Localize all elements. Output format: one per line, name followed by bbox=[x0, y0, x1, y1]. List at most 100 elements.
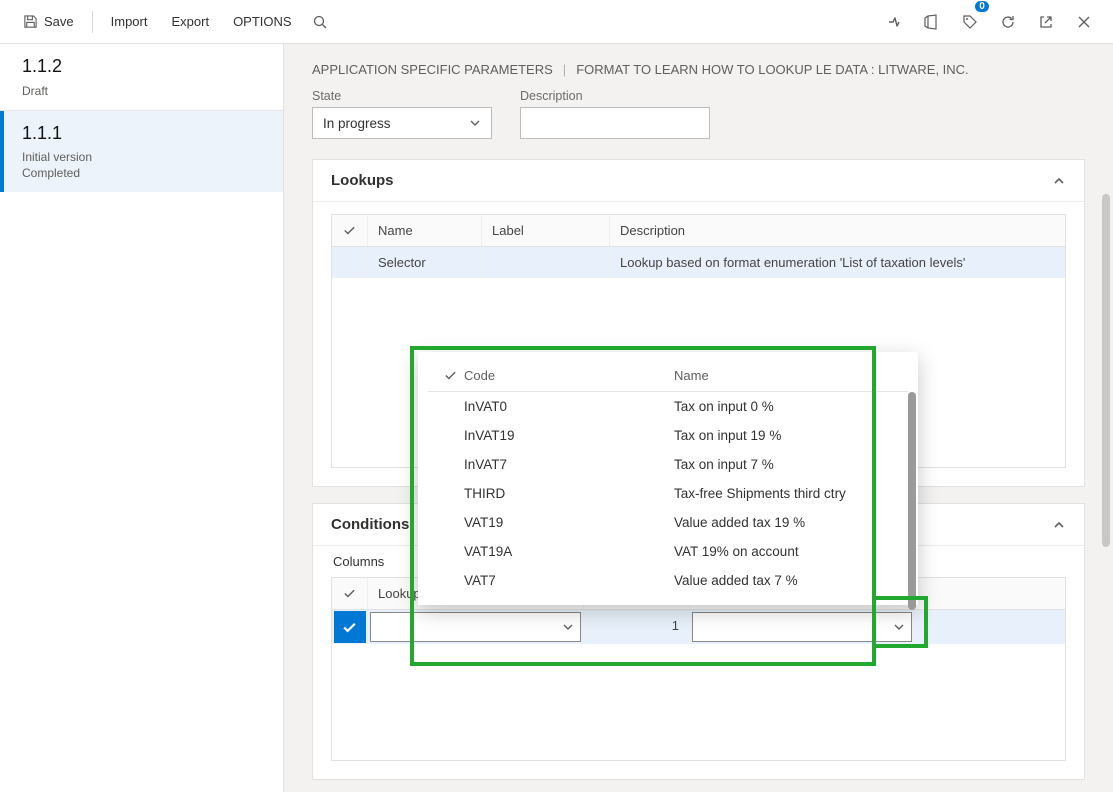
main-scrollbar[interactable] bbox=[1101, 194, 1111, 782]
row-code: InVAT19 bbox=[464, 428, 674, 443]
row-select[interactable] bbox=[436, 573, 464, 588]
chevron-down-icon bbox=[562, 621, 574, 633]
row-code: InVAT7 bbox=[464, 457, 674, 472]
breadcrumb-sep: | bbox=[563, 62, 566, 77]
search-button[interactable] bbox=[306, 8, 334, 36]
refresh-icon bbox=[1000, 14, 1016, 30]
import-button[interactable]: Import bbox=[101, 8, 158, 35]
app-toolbar: Save Import Export OPTIONS 0 bbox=[0, 0, 1113, 44]
version-sidebar: 1.1.2 Draft 1.1.1 Initial version Comple… bbox=[0, 44, 284, 792]
code-lookup-popup: Code Name InVAT0Tax on input 0 %InVAT19T… bbox=[418, 352, 918, 605]
save-button[interactable]: Save bbox=[12, 8, 84, 36]
checkmark-icon bbox=[343, 224, 356, 237]
description-input[interactable] bbox=[520, 107, 710, 139]
sidebar-item-label: 1.1.1 bbox=[22, 123, 261, 145]
scrollbar-thumb[interactable] bbox=[1102, 194, 1110, 547]
close-button[interactable] bbox=[1067, 5, 1101, 39]
col-label[interactable]: Label bbox=[482, 215, 610, 246]
description-label: Description bbox=[520, 89, 710, 103]
grid-select-header[interactable] bbox=[332, 578, 368, 609]
sidebar-item-sub: Initial version bbox=[22, 150, 261, 164]
popup-col-code[interactable]: Code bbox=[464, 368, 674, 383]
row-name: Tax-free Shipments third ctry bbox=[674, 486, 900, 501]
sidebar-item-sub: Draft bbox=[22, 84, 261, 98]
popup-select-header[interactable] bbox=[436, 368, 464, 383]
row-code: InVAT0 bbox=[464, 399, 674, 414]
row-code: THIRD bbox=[464, 486, 674, 501]
collapse-button[interactable] bbox=[1052, 174, 1066, 188]
conditions-row[interactable]: 1 bbox=[332, 610, 1065, 644]
row-name: Tax on input 7 % bbox=[674, 457, 900, 472]
state-value: In progress bbox=[323, 116, 391, 131]
sidebar-item-sub2: Completed bbox=[22, 166, 261, 180]
chevron-up-icon bbox=[1052, 174, 1066, 188]
popout-icon bbox=[1038, 14, 1054, 30]
search-icon bbox=[312, 14, 328, 30]
sidebar-item-112[interactable]: 1.1.2 Draft bbox=[0, 44, 283, 110]
chevron-up-icon bbox=[1052, 518, 1066, 532]
notification-badge: 0 bbox=[975, 1, 989, 12]
close-icon bbox=[1077, 15, 1091, 29]
row-name: Tax on input 0 % bbox=[674, 399, 900, 414]
save-label: Save bbox=[44, 14, 74, 29]
row-name: Value added tax 7 % bbox=[674, 573, 900, 588]
row-name: Tax on input 19 % bbox=[674, 428, 900, 443]
lookups-row[interactable]: Selector Lookup based on format enumerat… bbox=[332, 247, 1065, 278]
row-value: 1 bbox=[584, 610, 690, 644]
row-select[interactable] bbox=[332, 247, 368, 278]
checkmark-icon bbox=[343, 587, 356, 600]
row-select[interactable] bbox=[436, 486, 464, 501]
popup-col-name[interactable]: Name bbox=[674, 368, 900, 383]
grid-select-header[interactable] bbox=[332, 215, 368, 246]
popup-row[interactable]: InVAT7Tax on input 7 % bbox=[428, 450, 908, 479]
notifications-button[interactable]: 0 bbox=[953, 5, 987, 39]
export-label: Export bbox=[171, 14, 209, 29]
row-code: VAT19A bbox=[464, 544, 674, 559]
checkmark-icon bbox=[444, 369, 457, 382]
state-label: State bbox=[312, 89, 492, 103]
popout-button[interactable] bbox=[1029, 5, 1063, 39]
sidebar-item-111[interactable]: 1.1.1 Initial version Completed bbox=[0, 111, 283, 193]
row-select[interactable] bbox=[436, 544, 464, 559]
row-selected-icon bbox=[334, 611, 366, 643]
row-select[interactable] bbox=[436, 515, 464, 530]
state-select[interactable]: In progress bbox=[312, 107, 492, 139]
row-select[interactable] bbox=[436, 428, 464, 443]
office-icon bbox=[924, 14, 940, 30]
lookup-result-dropdown[interactable] bbox=[370, 612, 581, 642]
scrollbar-thumb[interactable] bbox=[908, 392, 916, 610]
row-code: VAT19 bbox=[464, 515, 674, 530]
columns-button[interactable]: Columns bbox=[333, 554, 384, 569]
popup-row[interactable]: THIRDTax-free Shipments third ctry bbox=[428, 479, 908, 508]
breadcrumb: APPLICATION SPECIFIC PARAMETERS | FORMAT… bbox=[312, 62, 1085, 77]
code-dropdown[interactable] bbox=[692, 612, 912, 642]
collapse-button[interactable] bbox=[1052, 518, 1066, 532]
toolbar-divider bbox=[92, 11, 93, 33]
row-name: VAT 19% on account bbox=[674, 544, 900, 559]
popup-scrollbar[interactable] bbox=[908, 392, 916, 610]
popup-row[interactable]: VAT19Value added tax 19 % bbox=[428, 508, 908, 537]
row-label bbox=[482, 247, 610, 278]
options-button[interactable]: OPTIONS bbox=[223, 8, 302, 35]
office-icon-button[interactable] bbox=[915, 5, 949, 39]
row-select[interactable] bbox=[436, 457, 464, 472]
chevron-down-icon bbox=[469, 117, 481, 129]
export-button[interactable]: Export bbox=[161, 8, 219, 35]
options-label: OPTIONS bbox=[233, 14, 292, 29]
col-desc[interactable]: Description bbox=[610, 215, 1065, 246]
row-desc: Lookup based on format enumeration 'List… bbox=[610, 247, 1065, 278]
col-name[interactable]: Name bbox=[368, 215, 482, 246]
connector-icon bbox=[886, 14, 902, 30]
breadcrumb-part-1: APPLICATION SPECIFIC PARAMETERS bbox=[312, 62, 553, 77]
row-select[interactable] bbox=[436, 399, 464, 414]
popup-row[interactable]: VAT7Value added tax 7 % bbox=[428, 566, 908, 595]
lookups-title: Lookups bbox=[331, 172, 394, 189]
row-select[interactable] bbox=[332, 610, 368, 644]
popup-row[interactable]: InVAT0Tax on input 0 % bbox=[428, 392, 908, 421]
refresh-button[interactable] bbox=[991, 5, 1025, 39]
chevron-down-icon bbox=[893, 621, 905, 633]
popup-row[interactable]: InVAT19Tax on input 19 % bbox=[428, 421, 908, 450]
popup-row[interactable]: VAT19AVAT 19% on account bbox=[428, 537, 908, 566]
row-name: Selector bbox=[368, 247, 482, 278]
connector-icon-button[interactable] bbox=[877, 5, 911, 39]
